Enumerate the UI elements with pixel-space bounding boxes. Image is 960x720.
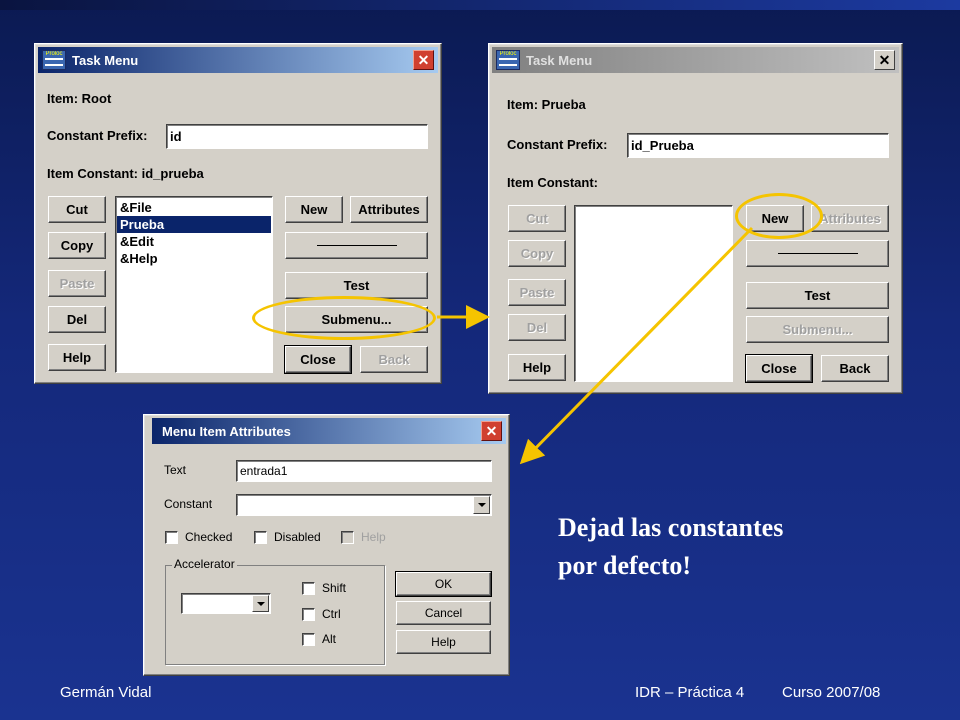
annotation-arrows	[437, 226, 754, 465]
note-line-1: Dejad las constantes	[558, 513, 784, 542]
footer-year: Curso 2007/08	[782, 684, 881, 701]
arrow-to-attributes-dialog	[519, 226, 754, 465]
note-line-2: por defecto!	[558, 551, 692, 580]
footer-course: IDR – Práctica 4	[635, 684, 745, 701]
footer-author: Germán Vidal	[60, 684, 152, 701]
